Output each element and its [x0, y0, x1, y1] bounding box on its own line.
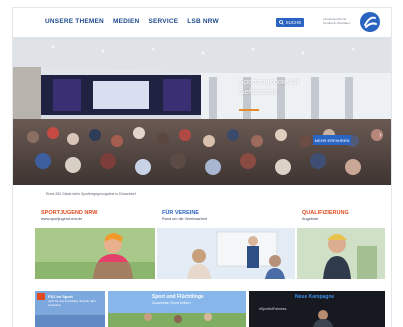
tile-subtitle: Rund um die Vereinsarbeit — [162, 217, 207, 221]
logo-text: Landessportbund Nordrhein-Westfalen — [323, 17, 351, 25]
nav-item-lsb-nrw[interactable]: LSB NRW — [187, 18, 219, 25]
tile-title: Neue Kampagne — [295, 294, 335, 300]
tile-title: Sport und Flüchtlinge — [152, 294, 204, 300]
tile-fuer-vereine[interactable]: FÜR VEREINE Rund um die Vereinsarbeit — [157, 206, 295, 279]
hero-caption: Rund 250 Gäste beim Sportbegegnungsfest … — [46, 192, 136, 196]
tile-subtitle: www.sportjugend-nrw.de — [41, 217, 83, 221]
hero-headline: Sportangebote für Geflüchtete — [239, 77, 300, 96]
slider-next-icon[interactable]: › — [379, 130, 382, 139]
hero-more-button[interactable]: MEHR ERFAHREN — [313, 135, 351, 145]
tile-sportjugend[interactable]: SPORTJUGEND NRW www.sportjugend-nrw.de — [35, 206, 155, 279]
tile-subtitle: #SportIstFairness — [259, 307, 287, 311]
tile-title: QUALIFIZIERUNG — [302, 210, 349, 216]
tile-fsj[interactable]: FSJ im Sport Jetzt für das Freiwillige S… — [35, 291, 105, 327]
nav-item-medien[interactable]: MEDIEN — [113, 18, 139, 25]
main-nav: UNSERE THEMEN MEDIEN SERVICE LSB NRW — [45, 18, 219, 25]
tile-subtitle: Jetzt für das Freiwillige Soziale Jahr b… — [48, 299, 96, 307]
logo[interactable]: Landessportbund Nordrhein-Westfalen — [323, 11, 383, 33]
conference-hall-photo — [13, 37, 391, 185]
nav-item-unsere-themen[interactable]: UNSERE THEMEN — [45, 18, 104, 25]
nav-item-service[interactable]: SERVICE — [148, 18, 178, 25]
tile-subtitle: Zusammen Sport treiben — [152, 301, 191, 305]
tile-kampagne[interactable]: Neue Kampagne #SportIstFairness — [249, 291, 385, 327]
tile-title: FÜR VEREINE — [162, 210, 199, 216]
browser-frame: UNSERE THEMEN MEDIEN SERVICE LSB NRW SUC… — [13, 8, 391, 327]
tile-subtitle: Angebote — [302, 217, 319, 221]
tile-sport-fluechtlinge[interactable]: Sport und Flüchtlinge Zusammen Sport tre… — [108, 291, 246, 327]
hero-image-slider[interactable]: Sportangebote für Geflüchtete MEHR ERFAH… — [13, 37, 391, 185]
search-button[interactable]: SUCHE — [276, 18, 304, 27]
search-icon — [278, 20, 284, 25]
top-navigation: UNSERE THEMEN MEDIEN SERVICE LSB NRW SUC… — [13, 8, 391, 37]
tile-title: SPORTJUGEND NRW — [41, 210, 98, 216]
search-label: SUCHE — [285, 20, 302, 25]
hero-accent-line — [239, 109, 259, 111]
tile-qualifizierung[interactable]: QUALIFIZIERUNG Angebote — [297, 206, 385, 279]
logo-mark-icon — [360, 12, 380, 32]
